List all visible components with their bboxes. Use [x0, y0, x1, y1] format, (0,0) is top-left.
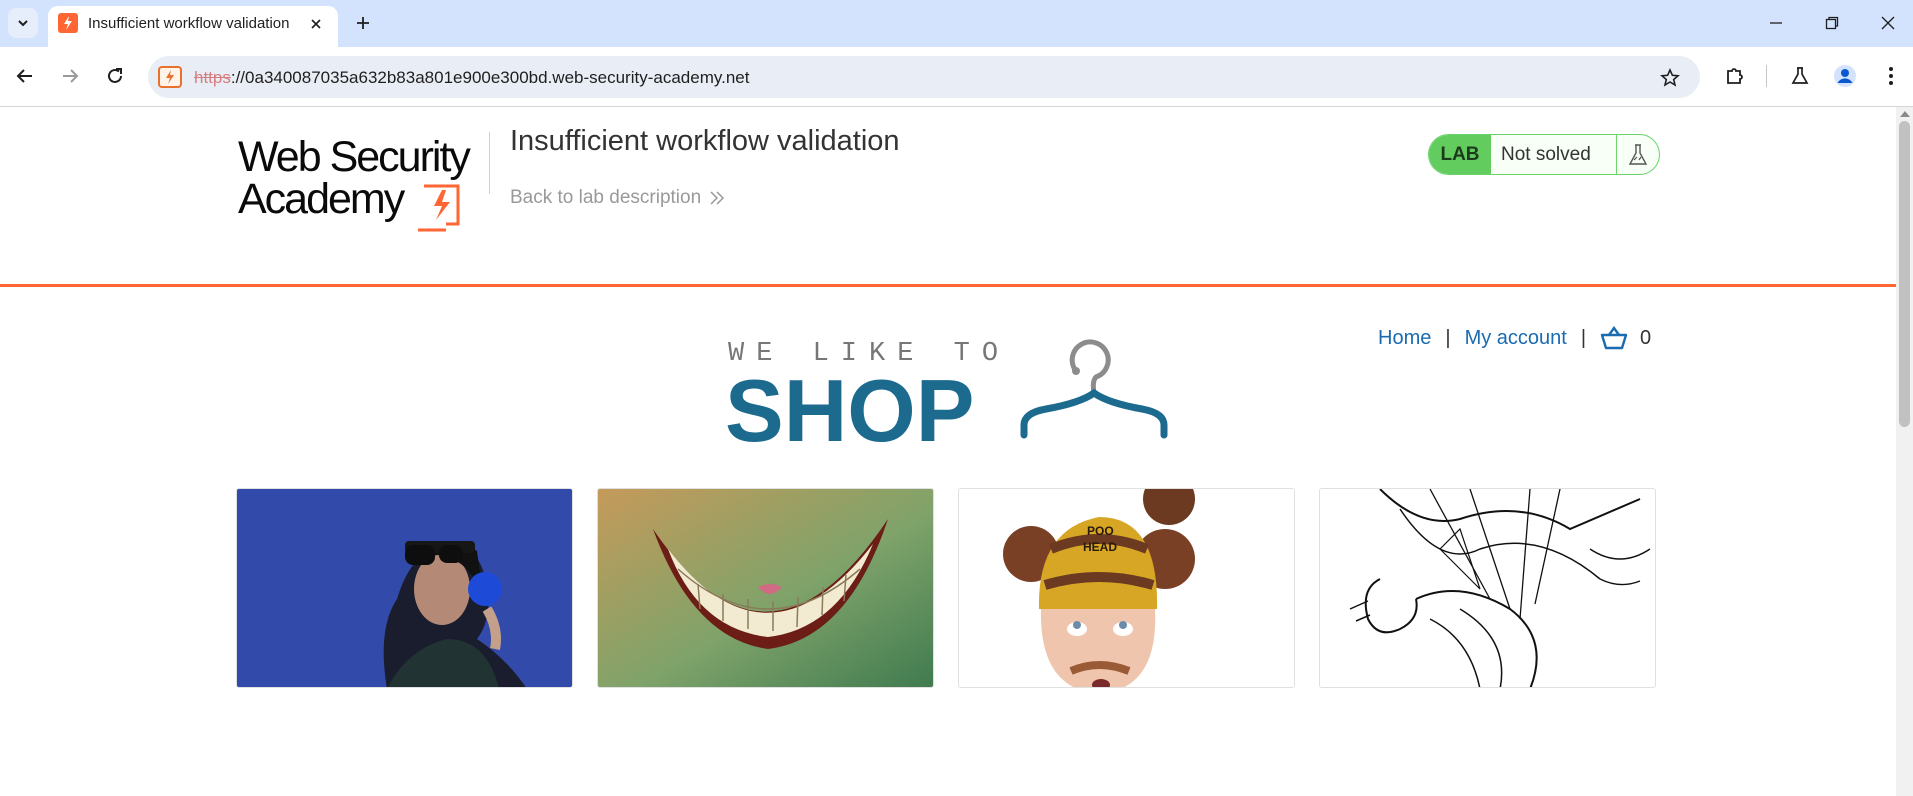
status-divider [1616, 135, 1617, 174]
double-chevron-right-icon [710, 191, 725, 205]
close-icon [1881, 16, 1895, 30]
toolbar-divider [1766, 65, 1767, 87]
puzzle-icon [1727, 68, 1743, 84]
svg-text:HEAD: HEAD [1083, 540, 1117, 554]
cart-basket-icon[interactable] [1600, 326, 1628, 350]
product-image-grin [598, 489, 933, 687]
browser-tab-active[interactable]: Insufficient workflow validation [48, 6, 338, 47]
logo-text-line2: Academy [238, 175, 405, 223]
nav-separator: | [1445, 326, 1451, 349]
product-image-sketch [1320, 489, 1655, 687]
labs-button[interactable] [1785, 61, 1815, 91]
product-card[interactable]: POO HEAD [958, 488, 1295, 688]
cart-count: 0 [1640, 326, 1652, 349]
scroll-up-arrow-icon[interactable] [1900, 111, 1910, 117]
back-button[interactable] [10, 61, 40, 91]
browser-tabstrip: Insufficient workflow validation [0, 0, 1913, 47]
tab-title: Insufficient workflow validation [88, 15, 290, 32]
scrollbar-thumb[interactable] [1899, 121, 1910, 427]
arrow-left-icon [16, 69, 32, 83]
extensions-button[interactable] [1720, 61, 1750, 91]
coat-hanger-icon [1020, 339, 1168, 439]
lab-status-widget: LAB Not solved [1428, 134, 1660, 175]
flask-icon [1625, 141, 1651, 169]
reload-icon [108, 68, 122, 83]
header-accent-rule [0, 284, 1896, 287]
product-card[interactable] [1319, 488, 1656, 688]
nav-my-account-link[interactable]: My account [1465, 327, 1567, 350]
logo-bolt-icon [418, 184, 460, 232]
svg-text:POO: POO [1087, 524, 1114, 538]
new-tab-button[interactable] [350, 10, 376, 36]
top-navigation: Home | My account | 0 [1378, 323, 1651, 353]
product-card[interactable] [597, 488, 934, 688]
url-text: https://0a340087035a632b83a801e900e300bd… [194, 68, 749, 88]
bookmark-star-icon[interactable] [1658, 66, 1682, 90]
browser-menu-button[interactable] [1876, 61, 1906, 91]
logo-text-line1: Web Security [238, 133, 471, 181]
reload-button[interactable] [100, 61, 130, 91]
restore-button[interactable] [1812, 8, 1852, 38]
lab-favicon-icon [58, 13, 78, 33]
minimize-icon [1770, 22, 1782, 24]
chevron-down-icon [18, 20, 28, 27]
shop-banner: WE LIKE TO SHOP [725, 339, 1168, 455]
forward-button[interactable] [55, 61, 85, 91]
back-to-lab-description-link[interactable]: Back to lab description [510, 187, 725, 209]
arrow-right-icon [63, 69, 79, 83]
plus-icon [357, 17, 369, 29]
nav-home-link[interactable]: Home [1378, 327, 1431, 350]
banner-headline: SHOP [725, 361, 975, 460]
profile-button[interactable] [1830, 61, 1860, 91]
lab-badge: LAB [1429, 135, 1491, 174]
address-bar[interactable]: https://0a340087035a632b83a801e900e300bd… [148, 56, 1700, 98]
back-link-label: Back to lab description [510, 187, 702, 208]
close-tab-icon[interactable] [306, 14, 326, 34]
lab-status-text: Not solved [1501, 144, 1591, 165]
page-scrollbar[interactable] [1896, 107, 1913, 796]
page-viewport: Web Security Academy Insufficient workfl… [0, 107, 1896, 796]
web-security-academy-logo[interactable]: Web Security Academy [236, 130, 486, 232]
minimize-button[interactable] [1756, 8, 1796, 38]
more-vertical-icon [1889, 67, 1893, 85]
flask-icon [1791, 67, 1809, 84]
product-image-headphones [237, 489, 572, 687]
browser-toolbar: https://0a340087035a632b83a801e900e300bd… [0, 47, 1913, 107]
url-host: ://0a340087035a632b83a801e900e300bd.web-… [230, 68, 750, 87]
header-divider [489, 132, 490, 194]
close-window-button[interactable] [1868, 8, 1908, 38]
product-card[interactable] [236, 488, 573, 688]
restore-icon [1825, 16, 1839, 30]
site-info-icon[interactable] [158, 66, 182, 88]
url-scheme: https [194, 68, 231, 87]
tab-search-button[interactable] [8, 8, 38, 38]
lab-title: Insufficient workflow validation [510, 125, 900, 157]
product-image-poo-head: POO HEAD [959, 489, 1294, 687]
nav-separator: | [1580, 326, 1587, 349]
avatar-icon [1834, 65, 1856, 87]
